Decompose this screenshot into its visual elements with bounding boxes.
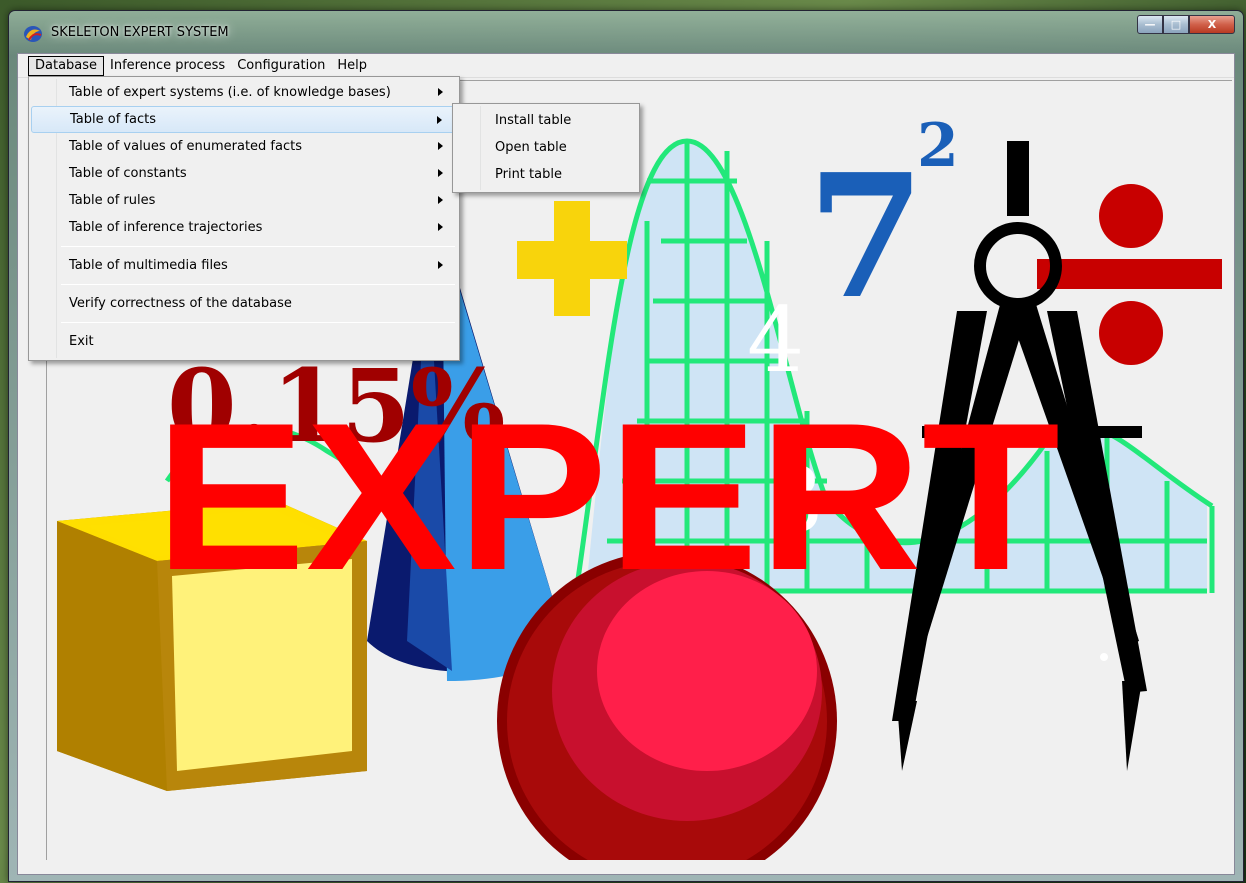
- menu-configuration[interactable]: Configuration: [231, 56, 331, 76]
- submenu-arrow-icon: [438, 261, 443, 269]
- menu-item-table-of-rules[interactable]: Table of rules: [31, 187, 457, 214]
- plus-sign-graphic: [517, 201, 627, 316]
- submenu-arrow-icon: [438, 169, 443, 177]
- menu-database[interactable]: Database: [28, 55, 105, 76]
- menu-item-table-of-multimedia-files[interactable]: Table of multimedia files: [31, 252, 457, 279]
- maximize-button[interactable]: □: [1163, 15, 1189, 34]
- menu-inference-process[interactable]: Inference process: [104, 56, 231, 76]
- menu-help[interactable]: Help: [331, 56, 373, 76]
- menu-item-exit[interactable]: Exit: [31, 328, 457, 355]
- power-base-text: 7: [807, 137, 925, 337]
- menu-item-table-of-values[interactable]: Table of values of enumerated facts: [31, 133, 457, 160]
- menu-item-label: Table of rules: [69, 193, 156, 208]
- menu-item-label: Exit: [69, 334, 94, 349]
- submenu-item-install-table[interactable]: Install table: [455, 107, 637, 134]
- menu-item-table-of-facts[interactable]: Table of facts: [31, 106, 457, 133]
- table-of-facts-submenu: Install table Open table Print table: [452, 103, 640, 193]
- menu-separator: [61, 322, 455, 323]
- menu-item-label: Table of constants: [69, 166, 187, 181]
- title-bar[interactable]: SKELETON EXPERT SYSTEM — □ X: [9, 11, 1243, 53]
- menu-item-table-of-expert-systems[interactable]: Table of expert systems (i.e. of knowled…: [31, 79, 457, 106]
- submenu-arrow-icon: [438, 196, 443, 204]
- menu-item-verify-correctness[interactable]: Verify correctness of the database: [31, 290, 457, 317]
- submenu-arrow-icon: [438, 88, 443, 96]
- submenu-arrow-icon: [437, 116, 442, 124]
- menu-item-label: Table of inference trajectories: [69, 220, 263, 235]
- menu-item-table-of-inference-trajectories[interactable]: Table of inference trajectories: [31, 214, 457, 241]
- menu-item-label: Table of facts: [70, 112, 156, 127]
- app-logo-icon: [24, 26, 42, 42]
- window-title: SKELETON EXPERT SYSTEM: [51, 25, 229, 40]
- power-exponent-text: 2: [917, 111, 959, 181]
- close-button[interactable]: X: [1189, 15, 1235, 34]
- submenu-item-print-table[interactable]: Print table: [455, 161, 637, 188]
- fraction-top-text: 4: [747, 288, 804, 393]
- database-menu-dropdown: Table of expert systems (i.e. of knowled…: [28, 76, 460, 361]
- menu-item-label: Verify correctness of the database: [69, 296, 292, 311]
- menu-item-label: Table of multimedia files: [69, 258, 228, 273]
- expert-headline: EXPERT: [155, 379, 1060, 614]
- submenu-item-open-table[interactable]: Open table: [455, 134, 637, 161]
- menu-item-table-of-constants[interactable]: Table of constants: [31, 160, 457, 187]
- menu-item-label: Table of values of enumerated facts: [69, 139, 302, 154]
- caption-buttons: — □ X: [1137, 15, 1235, 35]
- menu-bar: Database Inference process Configuration…: [18, 54, 1234, 78]
- submenu-arrow-icon: [438, 142, 443, 150]
- minimize-button[interactable]: —: [1137, 15, 1163, 34]
- menu-item-label: Table of expert systems (i.e. of knowled…: [69, 85, 391, 100]
- menu-separator: [61, 284, 455, 285]
- menu-separator: [61, 246, 455, 247]
- submenu-arrow-icon: [438, 223, 443, 231]
